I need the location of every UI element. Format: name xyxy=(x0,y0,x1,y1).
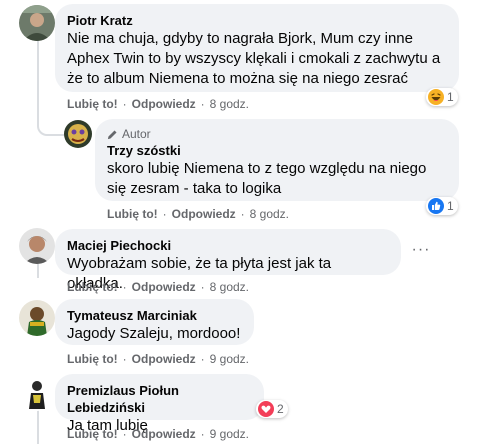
like-button[interactable]: Lubię to! xyxy=(67,96,118,112)
comment-text-line: się zesram - taka to logika xyxy=(107,180,282,197)
like-thumb-icon xyxy=(428,198,444,214)
reply-button[interactable]: Odpowiedz xyxy=(172,206,236,222)
comment-author[interactable]: Maciej Piechocki xyxy=(67,237,389,254)
more-options-button[interactable]: ··· xyxy=(406,235,436,265)
avatar[interactable] xyxy=(19,375,55,411)
comment-timestamp[interactable]: 9 godz. xyxy=(210,426,249,442)
author-badge-label: Autor xyxy=(122,127,151,141)
like-button[interactable]: Lubię to! xyxy=(67,426,118,442)
comment-actions: Lubię to! · Odpowiedz · 8 godz. xyxy=(67,96,250,112)
like-button[interactable]: Lubię to! xyxy=(67,279,118,295)
comment-bubble: Tymateusz Marciniak Jagody Szaleju, mord… xyxy=(55,299,254,345)
comment-actions: Lubię to! · Odpowiedz · 9 godz. xyxy=(67,351,250,367)
comment-author[interactable]: Premizlaus Piołun Lebiedziński xyxy=(67,382,252,416)
avatar[interactable] xyxy=(19,5,55,41)
like-button[interactable]: Lubię to! xyxy=(107,206,158,222)
comment-text-line: Nie ma chuja, gdyby to nagrała Bjork, Mu… xyxy=(67,30,413,47)
comment-author[interactable]: Tymateusz Marciniak xyxy=(67,307,242,324)
comment-text-line: skoro lubię Niemena to z tego względu na… xyxy=(107,160,427,177)
comment-timestamp[interactable]: 8 godz. xyxy=(210,96,249,112)
thread-line xyxy=(37,410,39,444)
reply-button[interactable]: Odpowiedz xyxy=(132,351,196,367)
avatar[interactable] xyxy=(19,300,55,336)
thread-line xyxy=(37,40,39,120)
reaction-badge[interactable]: 1 xyxy=(426,88,458,106)
comment-text-line: że to album Niemena to można się na nieg… xyxy=(67,70,409,87)
comment-bubble: Maciej Piechocki Wyobrażam sobie, że ta … xyxy=(55,229,401,292)
love-heart-icon xyxy=(258,401,274,417)
reply-button[interactable]: Odpowiedz xyxy=(132,96,196,112)
reaction-badge[interactable]: 2 xyxy=(256,400,288,418)
comment-actions: Lubię to! · Odpowiedz · 9 godz. xyxy=(67,426,250,442)
comment-bubble: Premizlaus Piołun Lebiedziński Ja tam lu… xyxy=(55,374,264,434)
comment-timestamp[interactable]: 8 godz. xyxy=(250,206,289,222)
comment-timestamp[interactable]: 8 godz. xyxy=(210,279,249,295)
like-button[interactable]: Lubię to! xyxy=(67,351,118,367)
pencil-icon xyxy=(107,130,117,140)
comment-text-line: Jagody Szaleju, mordooo! xyxy=(67,325,241,342)
reaction-count: 2 xyxy=(277,402,284,416)
comment-actions: Lubię to! · Odpowiedz · 8 godz. xyxy=(107,206,290,222)
comment-timestamp[interactable]: 9 godz. xyxy=(210,351,249,367)
author-badge: Autor xyxy=(107,127,447,142)
avatar[interactable] xyxy=(19,228,55,264)
reply-connector xyxy=(37,118,65,136)
reply-button[interactable]: Odpowiedz xyxy=(132,279,196,295)
avatar[interactable] xyxy=(64,120,92,148)
thread-line xyxy=(37,262,39,278)
reaction-badge[interactable]: 1 xyxy=(426,197,458,215)
comment-bubble: Autor Trzy szóstki skoro lubię Niemena t… xyxy=(95,119,459,201)
comment-author[interactable]: Piotr Kratz xyxy=(67,12,447,29)
reply-button[interactable]: Odpowiedz xyxy=(132,426,196,442)
comment-bubble: Piotr Kratz Nie ma chuja, gdyby to nagra… xyxy=(55,4,459,92)
haha-emoji-icon xyxy=(428,89,444,105)
reaction-count: 1 xyxy=(447,90,454,104)
comment-author[interactable]: Trzy szóstki xyxy=(107,142,447,159)
comment-text-line: Aphex Twin to by wszyscy klękali i cmoka… xyxy=(67,50,441,67)
comment-actions: Lubię to! · Odpowiedz · 8 godz. xyxy=(67,279,250,295)
reaction-count: 1 xyxy=(447,199,454,213)
